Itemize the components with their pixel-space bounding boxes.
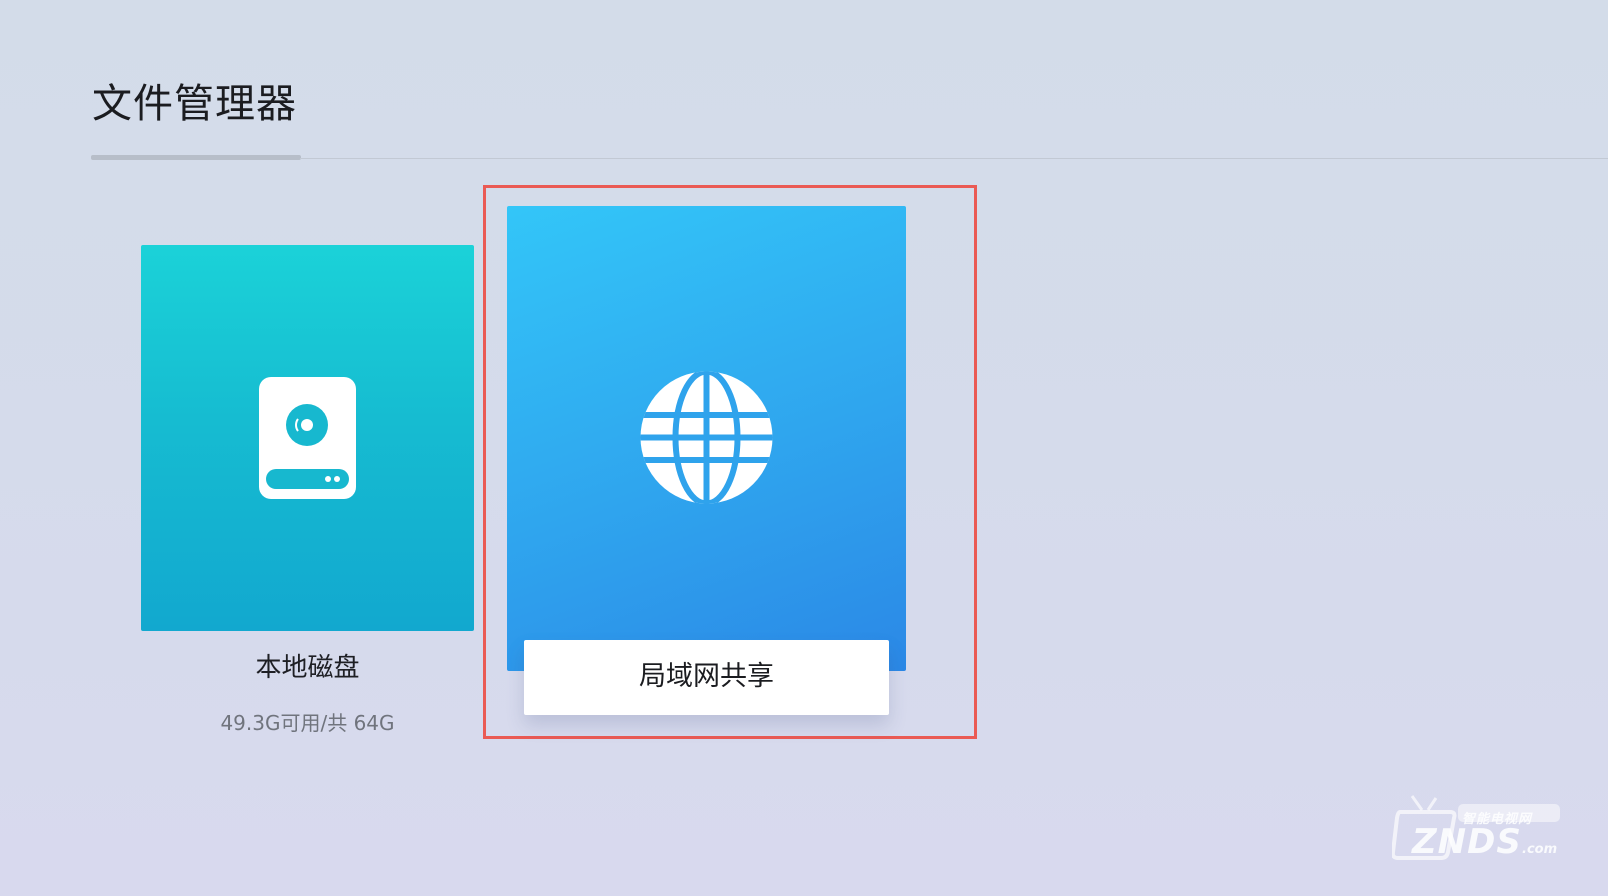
lan-share-label-box[interactable]: 局域网共享 bbox=[524, 640, 889, 715]
watermark-domain: .com bbox=[1522, 842, 1558, 857]
lan-share-card[interactable] bbox=[507, 206, 906, 671]
hard-disk-icon bbox=[259, 377, 356, 499]
lan-share-label: 局域网共享 bbox=[639, 661, 774, 692]
globe-icon bbox=[640, 371, 773, 504]
local-disk-label: 本地磁盘 bbox=[255, 653, 360, 683]
watermark-brand: ZNDS bbox=[1412, 822, 1522, 862]
local-disk-storage: 49.3G可用/共 64G bbox=[220, 711, 395, 735]
page-title: 文件管理器 bbox=[92, 81, 297, 127]
title-underline bbox=[91, 155, 301, 160]
header-divider bbox=[300, 158, 1608, 159]
local-disk-card[interactable] bbox=[141, 245, 474, 631]
